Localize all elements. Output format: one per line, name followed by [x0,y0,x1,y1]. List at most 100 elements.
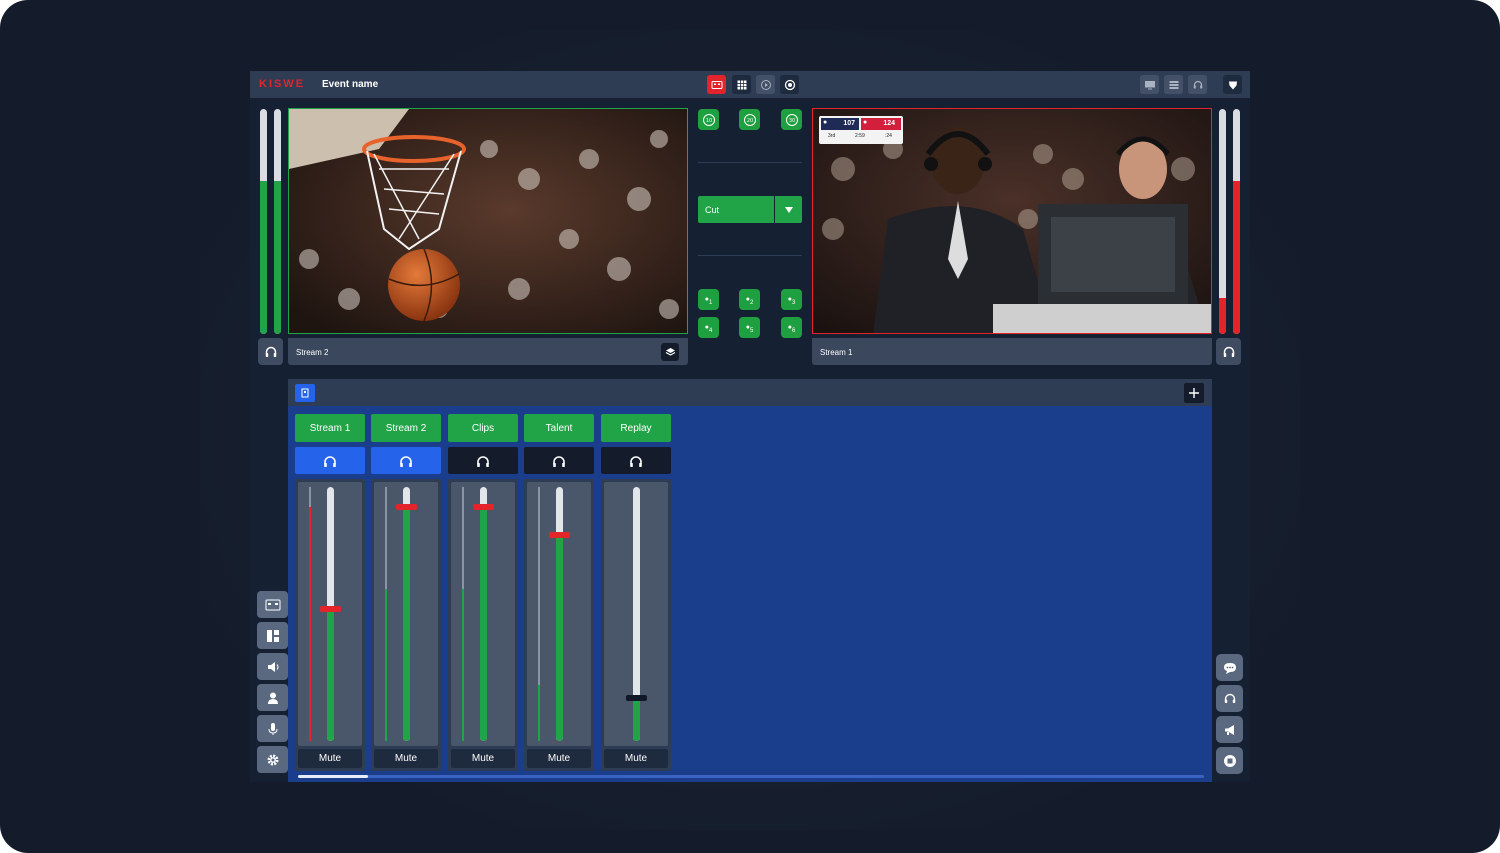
fader-handle[interactable] [320,605,341,612]
meter-fill [309,507,311,741]
mixer-channel: Stream 1 [295,414,365,474]
grid-view-button[interactable] [732,75,751,94]
record-stop-button[interactable] [1216,747,1243,774]
mixer-channel: Stream 2 [371,414,441,474]
list-icon [1169,80,1178,89]
channel-label-button[interactable]: Clips [448,414,518,442]
list-view-button[interactable] [1164,75,1183,94]
microphone-icon [268,722,277,735]
fader-handle[interactable] [626,694,647,701]
replay-view-button[interactable] [756,75,775,94]
mixer-icon [301,388,309,398]
shield-button[interactable] [1223,75,1242,94]
stream-1-listen-button[interactable] [1216,338,1241,365]
fader-area [527,482,591,746]
audio-panel-button[interactable] [257,653,288,680]
mic-6-button[interactable]: ● 6 [781,317,802,338]
talent-panel-button[interactable] [257,684,288,711]
screen-frame: KISWE Event name Stream 2 10 20 30 Cut ●… [0,0,1500,853]
stream-2-preview[interactable] [288,108,688,334]
stream-1-preview[interactable]: ● 107 ● 124 3rd 2:59 :24 [812,108,1212,334]
channel-monitor-button[interactable] [295,447,365,474]
mute-button[interactable]: Mute [604,749,668,768]
fader-track[interactable] [480,487,487,741]
cut-label: Cut [705,205,720,215]
channel-label-button[interactable]: Replay [601,414,671,442]
scoreboard-panel-button[interactable] [257,591,288,618]
team-a-score-box: ● 107 [821,118,859,130]
layout-panel-button[interactable] [257,622,288,649]
mic-1-button[interactable]: ● 1 [698,289,719,310]
support-button[interactable] [1188,75,1207,94]
svg-text:30: 30 [788,118,794,124]
mic-2-button[interactable]: ● 2 [739,289,760,310]
fader-handle[interactable] [396,504,417,511]
headphones-icon [630,455,642,467]
mic-4-button[interactable]: ● 4 [698,317,719,338]
gear-icon [267,754,278,765]
headphones-icon [1223,346,1234,357]
microphone-panel-button[interactable] [257,715,288,742]
fader-handle[interactable] [549,532,570,539]
channel-monitor-button[interactable] [524,447,594,474]
intercom-button[interactable] [1216,685,1243,712]
scrollbar-thumb[interactable] [298,775,368,778]
monitor-view-button[interactable] [1140,75,1159,94]
cut-button[interactable]: Cut [698,196,774,223]
fader-track[interactable] [327,487,334,741]
fader-track[interactable] [556,487,563,741]
basketball-hoop-image [289,109,687,333]
mute-button[interactable]: Mute [527,749,591,768]
fader-track[interactable] [403,487,410,741]
scoreboard-icon [265,599,280,610]
shot-clock: :24 [885,133,892,139]
mixer-channel: Talent [524,414,594,474]
horizontal-scrollbar[interactable] [298,775,1204,778]
fader-handle[interactable] [473,504,494,511]
chat-button[interactable] [1216,654,1243,681]
channel-monitor-button[interactable] [601,447,671,474]
headset-icon [1193,80,1202,88]
mute-button[interactable]: Mute [451,749,515,768]
mic-5-button[interactable]: ● 5 [739,317,760,338]
mixer-channel: Clips [448,414,518,474]
stream-2-listen-button[interactable] [258,338,283,365]
fader-area [604,482,668,746]
search-icon [784,79,795,90]
channel-fader-strip: Mute [371,479,441,771]
channel-fader-strip: Mute [448,479,518,771]
channel-monitor-button[interactable] [448,447,518,474]
stream-1-label: Stream 1 [820,348,853,357]
add-channel-button[interactable] [1184,383,1204,403]
transition-dropdown-button[interactable] [775,196,802,223]
fader-fill [480,507,487,741]
top-bar: KISWE Event name [250,71,1250,98]
announce-button[interactable] [1216,716,1243,743]
channel-label-button[interactable]: Stream 1 [295,414,365,442]
mixer-header [288,379,1212,406]
fader-track[interactable] [633,487,640,741]
mixer-tab[interactable] [295,384,315,402]
game-period: 3rd [828,133,836,139]
user-icon [267,692,278,704]
mute-button[interactable]: Mute [298,749,362,768]
scoreboard-view-button[interactable] [707,75,726,94]
game-clock: 2:59 [855,133,865,139]
mic-3-button[interactable]: ● 3 [781,289,802,310]
channel-level-meter [538,487,540,741]
team-b-score: 124 [883,120,895,127]
replay-30-button[interactable]: 30 [781,109,802,130]
layers-button[interactable] [661,343,679,361]
replay-20-button[interactable]: 20 [739,109,760,130]
channel-label-button[interactable]: Stream 2 [371,414,441,442]
replay-10-button[interactable]: 10 [698,109,719,130]
mute-button[interactable]: Mute [374,749,438,768]
channel-label-button[interactable]: Talent [524,414,594,442]
chat-icon [1223,662,1236,674]
search-view-button[interactable] [780,75,799,94]
meter-fill [385,588,387,741]
headphones-icon [400,455,412,467]
channel-monitor-button[interactable] [371,447,441,474]
settings-button[interactable] [257,746,288,773]
stream-1-caption-bar: Stream 1 [812,338,1212,365]
